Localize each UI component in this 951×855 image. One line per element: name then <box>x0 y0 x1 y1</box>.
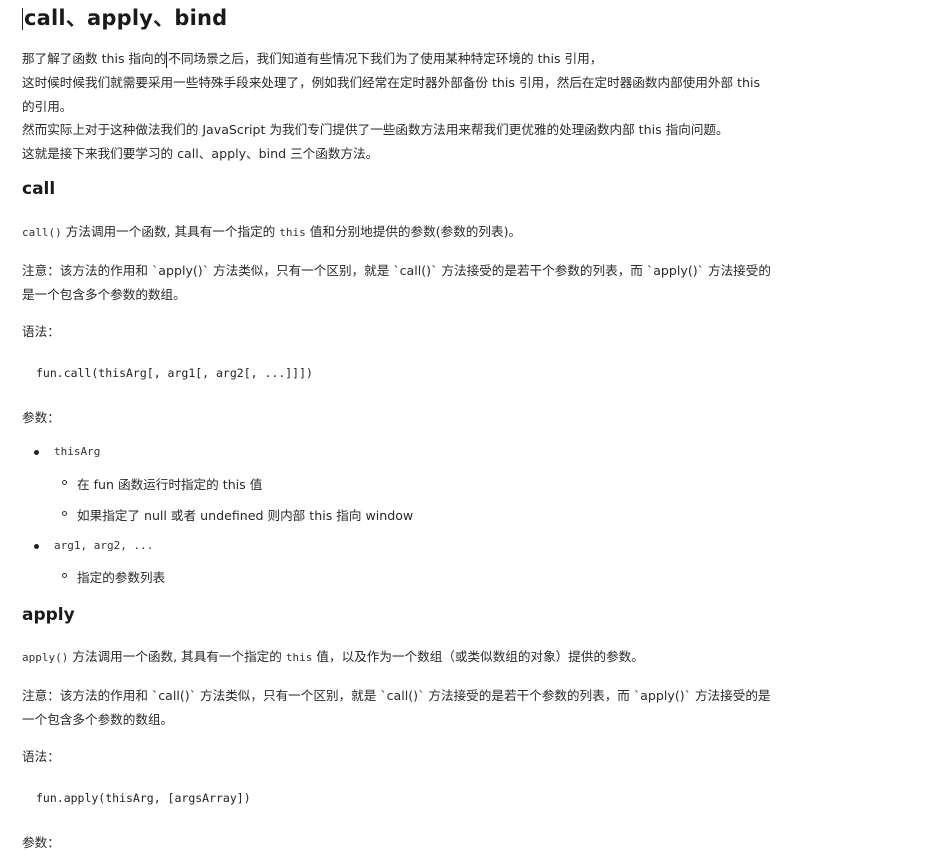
section-heading-call: call <box>22 179 56 199</box>
intro-line-2: 这时候时候我们就需要采用一些特殊手段来处理了，例如我们经常在定时器外部备份 th… <box>22 75 761 90</box>
intro-line-5: 这就是接下来我们要学习的 call、apply、bind 三个函数方法。 <box>22 146 379 161</box>
call-note-line-1: 注意：该方法的作用和 `apply()` 方法类似，只有一个区别，就是 `cal… <box>22 263 771 278</box>
intro-line-3: 的引用。 <box>22 99 73 114</box>
apply-desc-mid: 方法调用一个函数, 其具有一个指定的 <box>68 649 286 664</box>
call-syntax-label: 语法： <box>22 324 60 339</box>
page-title: call、apply、bind <box>22 2 227 32</box>
intro-line-4: 然而实际上对于这种做法我们的 JavaScript 为我们专门提供了一些函数方法… <box>22 122 729 137</box>
document-page: call、apply、bind 那了解了函数 this 指向的 不同场景之后，我们… <box>0 0 951 855</box>
apply-note-line-1: 注意：该方法的作用和 `call()` 方法类似，只有一个区别，就是 `call… <box>22 688 771 703</box>
section-heading-apply: apply <box>22 605 75 625</box>
intro-line-1b: 不同场景之后，我们知道有些情况下我们为了使用某种特定环境的 this 引用， <box>168 51 603 66</box>
apply-this-code: this <box>285 651 313 664</box>
bullet-dot <box>34 450 39 455</box>
param-args-desc-1: 指定的参数列表 <box>77 570 166 585</box>
intro-line-1a: 那了解了函数 this 指向的 <box>22 51 167 66</box>
param-thisarg-desc-1: 在 fun 函数运行时指定的 this 值 <box>77 477 263 492</box>
param-thisarg-desc-2: 如果指定了 null 或者 undefined 则内部 this 指向 wind… <box>77 508 414 523</box>
call-inline-code: call() <box>22 226 62 239</box>
apply-note-line-2: 一个包含多个参数的数组。 <box>22 712 174 727</box>
sub-bullet-circle <box>62 511 67 516</box>
param-args: arg1, arg2, ... <box>54 539 154 552</box>
sub-bullet-circle <box>62 573 67 578</box>
apply-syntax-code: fun.apply(thisArg, [argsArray]) <box>36 791 251 805</box>
call-params-label: 参数： <box>22 410 60 425</box>
apply-inline-code: apply() <box>22 651 69 664</box>
call-desc-mid: 方法调用一个函数, 其具有一个指定的 <box>61 224 280 239</box>
page-title-text: call、apply、bind <box>24 6 228 30</box>
call-this-code: this <box>279 226 306 239</box>
apply-desc-end: 值，以及作为一个数组（或类似数组的对象）提供的参数。 <box>312 649 644 664</box>
apply-params-label: 参数： <box>22 835 60 850</box>
apply-syntax-label: 语法： <box>22 749 60 764</box>
apply-description: apply() 方法调用一个函数, 其具有一个指定的 this 值，以及作为一个… <box>22 646 644 665</box>
sub-bullet-circle <box>62 480 67 485</box>
call-note-line-2: 是一个包含多个参数的数组。 <box>22 287 186 302</box>
bullet-dot <box>34 544 39 549</box>
text-cursor <box>22 8 23 30</box>
call-desc-end: 值和分别地提供的参数(参数的列表)。 <box>305 224 522 239</box>
call-description: call() 方法调用一个函数, 其具有一个指定的 this 值和分别地提供的参… <box>22 221 521 240</box>
call-syntax-code: fun.call(thisArg[, arg1[, arg2[, ...]]]) <box>36 366 313 380</box>
param-thisarg: thisArg <box>54 445 101 458</box>
intro-line-1: 那了解了函数 this 指向的 不同场景之后，我们知道有些情况下我们为了使用某种特… <box>22 48 602 68</box>
